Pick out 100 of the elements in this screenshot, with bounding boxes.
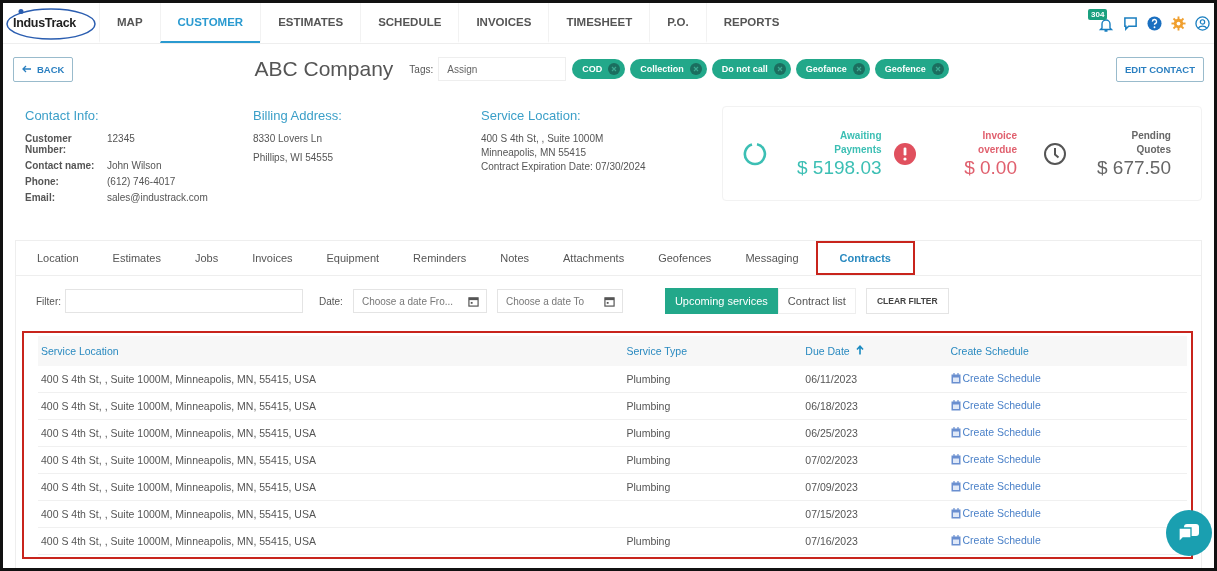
tab[interactable]: Equipment [309,241,397,275]
nav-tab[interactable]: ESTIMATES [260,3,361,43]
clock-icon [1043,141,1067,166]
tab[interactable]: Estimates [95,241,178,275]
tab[interactable]: Geofences [641,241,729,275]
back-button[interactable]: BACK [13,56,74,82]
help-icon[interactable] [1147,15,1162,31]
table-cell: 400 S 4th St, , Suite 1000M, Minneapolis, MN, 55415, USA [38,527,627,555]
nav-tab[interactable]: MAP [99,3,160,43]
view-toggle[interactable]: Contract list [777,288,856,314]
calendar-icon[interactable] [603,296,615,307]
nav-tab[interactable]: INVOICES [458,3,549,43]
field-value: sales@industrack.com [107,192,209,203]
create-schedule-link[interactable]: Create Schedule [950,426,1041,439]
nav-tab[interactable]: TIMESHEET [548,3,650,43]
tag-chip[interactable]: Do not call [711,59,791,79]
view-toggle[interactable]: Upcoming services [664,288,778,314]
field-value: John Wilson [107,160,163,171]
nav-tab[interactable]: CUSTOMER [159,3,261,43]
calendar-icon [950,372,961,384]
tab[interactable]: Notes [483,241,547,275]
stat-value: $ 0.00 [964,156,1017,179]
section-title: Billing Address: [253,108,343,123]
sort-up-icon[interactable] [855,345,864,355]
nav-tab[interactable]: REPORTS [705,3,797,43]
remove-icon[interactable] [773,63,786,75]
address-line: 8330 Lovers Ln [253,133,323,144]
tag-chip[interactable]: COD [572,59,626,79]
section-title: Service Location: [481,108,582,123]
tag-chip[interactable]: Geofance [795,59,870,79]
field-label: Email: [25,192,56,203]
column-header[interactable]: Create Schedule [950,336,1187,366]
field-label: Contact name: [25,160,96,171]
table-cell: Plumbing [626,527,806,555]
address-line: 400 S 4th St, , Suite 1000M [481,133,605,144]
table-cell: 07/16/2023 [805,527,951,555]
chat-button[interactable] [1166,510,1212,556]
table-cell: 400 S 4th St, , Suite 1000M, Minneapolis, MN, 55415, USA [38,473,627,501]
stat-label: Invoice overdue [977,128,1017,157]
tag-chip[interactable]: Collection [630,59,707,79]
date-label: Date: [319,295,343,307]
create-schedule-link[interactable]: Create Schedule [950,534,1041,547]
nav-tab[interactable]: P.O. [649,3,706,43]
field-label: Phone: [25,176,60,187]
tab[interactable]: Contracts [815,241,915,275]
section-title: Contact Info: [25,108,100,123]
notification-badge: 304 [1088,9,1108,20]
table-cell: Plumbing [626,419,806,447]
create-schedule-link[interactable]: Create Schedule [950,453,1041,466]
stat-label: Pending Quotes [1130,128,1171,157]
calendar-icon [950,453,961,465]
user-icon[interactable] [1195,15,1210,31]
filter-field[interactable] [65,289,303,313]
table-cell: 07/15/2023 [805,500,951,528]
calendar-icon[interactable] [467,296,479,307]
field-value: 12345 [107,133,136,146]
chat-icon[interactable] [1123,15,1138,31]
table-cell: Plumbing [626,473,806,501]
edit-contact-button[interactable]: EDIT CONTACT [1116,56,1204,82]
create-schedule-link[interactable]: Create Schedule [950,507,1041,520]
calendar-icon [950,507,961,519]
remove-icon[interactable] [689,63,702,75]
tab[interactable]: Reminders [396,241,484,275]
column-header[interactable]: Service Location [38,336,627,366]
table-cell: 400 S 4th St, , Suite 1000M, Minneapolis, MN, 55415, USA [38,446,627,474]
remove-icon[interactable] [608,63,621,75]
table-cell: 06/18/2023 [805,392,951,420]
tag-chip[interactable]: Geofence [874,59,949,79]
ring-icon [743,141,767,166]
tab[interactable]: Jobs [177,241,236,275]
tab[interactable]: Location [20,241,96,275]
tags-label: Tags: [409,63,434,75]
nav-tab[interactable]: SCHEDULE [360,3,459,43]
tab[interactable]: Invoices [235,241,310,275]
create-schedule-link[interactable]: Create Schedule [950,372,1041,385]
column-header[interactable]: Due Date [805,336,951,366]
chat-bubble-icon [1178,523,1200,543]
logo-ring-icon [5,7,97,41]
table-cell: Plumbing [626,366,806,393]
calendar-icon [950,426,961,438]
address-line: Minneapolis, MN 55415 [481,147,588,158]
calendar-icon [950,480,961,492]
column-header[interactable]: Service Type [626,336,806,366]
alert-icon [893,141,917,166]
remove-icon[interactable] [931,63,944,75]
tags-input[interactable]: Assign [438,57,567,81]
clear-filter-button[interactable]: CLEAR FILTER [865,288,949,314]
settings-icon[interactable] [1171,15,1186,31]
date-from-field[interactable]: Choose a date Fro... [352,289,487,313]
create-schedule-link[interactable]: Create Schedule [950,480,1041,493]
tab[interactable]: Messaging [728,241,816,275]
calendar-icon [950,399,961,411]
date-to-field[interactable]: Choose a date To [496,289,623,313]
create-schedule-link[interactable]: Create Schedule [950,399,1041,412]
table-cell: 07/02/2023 [805,446,951,474]
table-cell: 400 S 4th St, , Suite 1000M, Minneapolis, MN, 55415, USA [38,366,627,393]
bell-icon[interactable] [1098,17,1114,33]
tab[interactable]: Attachments [546,241,642,275]
stat-label: Awaiting Payments [833,128,882,157]
remove-icon[interactable] [852,63,865,75]
